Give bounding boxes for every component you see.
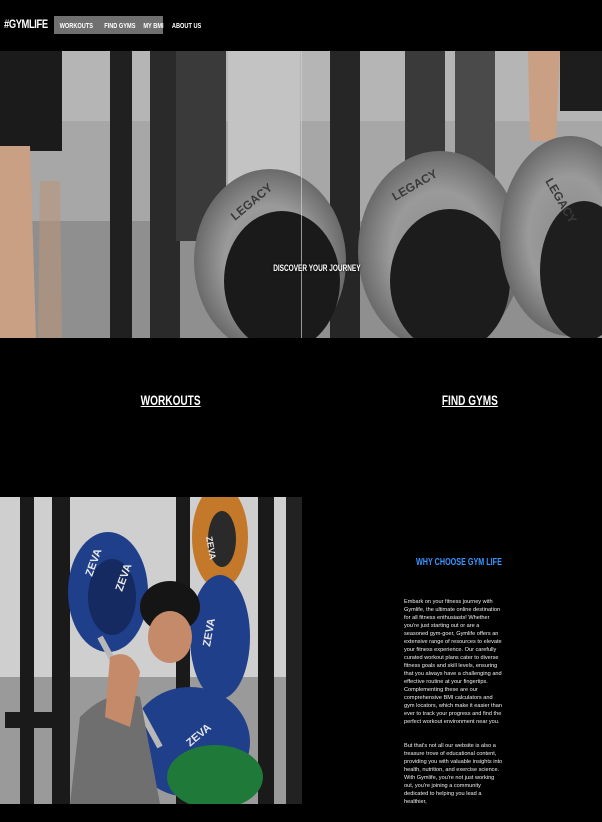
nav-workouts[interactable]: WORKOUTS (60, 21, 93, 30)
site-header: #GYMLIFE WORKOUTS FIND GYMS MY BMI ABOUT… (0, 0, 602, 51)
main-nav: WORKOUTS FIND GYMS MY BMI ABOUT US (54, 16, 201, 34)
workouts-section-link[interactable]: WORKOUTS (141, 392, 201, 408)
find-gyms-section-link[interactable]: FIND GYMS (442, 392, 498, 408)
nav-my-bmi[interactable]: MY BMI (144, 21, 164, 30)
why-choose-heading: WHY CHOOSE GYM LIFE (416, 557, 502, 568)
why-paragraph-2: But that's not all our website is also a… (404, 743, 503, 805)
bench-press-image: ZEVA ZEVA ZEVA ZEVA ZEVA (0, 497, 302, 804)
hero-divider-line (301, 51, 302, 338)
hero-banner: LEGACY LEGACY LEGACY DISCOVER YOUR JOURN… (0, 51, 602, 338)
bench-press-photo: ZEVA ZEVA ZEVA ZEVA ZEVA (0, 497, 302, 804)
nav-find-gyms[interactable]: FIND GYMS (104, 21, 135, 30)
hero-title: DISCOVER YOUR JOURNEY (273, 263, 361, 273)
nav-about-us[interactable]: ABOUT US (172, 21, 201, 30)
why-choose-body: Embark on your fitness journey with Gyml… (404, 598, 504, 822)
why-paragraph-1: Embark on your fitness journey with Gyml… (404, 599, 502, 725)
site-logo[interactable]: #GYMLIFE (4, 17, 48, 31)
